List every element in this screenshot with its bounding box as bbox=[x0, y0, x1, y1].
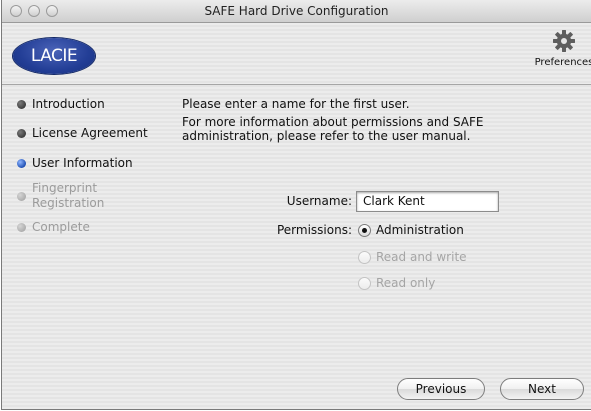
username-field[interactable]: Clark Kent bbox=[356, 191, 499, 212]
step-label: Introduction bbox=[32, 97, 105, 111]
permission-read-only-radio: Read only bbox=[358, 276, 435, 290]
radio-icon bbox=[358, 250, 371, 264]
step-label: License Agreement bbox=[32, 126, 148, 140]
window-title: SAFE Hard Drive Configuration bbox=[204, 4, 389, 18]
step-user-information: User Information bbox=[17, 156, 133, 170]
instructions-line-2: For more information about permissions a… bbox=[182, 115, 484, 143]
permissions-label: Permissions: bbox=[276, 223, 352, 237]
instructions: Please enter a name for the first user. … bbox=[182, 97, 562, 147]
radio-icon bbox=[358, 276, 371, 290]
step-label: Fingerprint Registration bbox=[32, 181, 105, 210]
gear-icon bbox=[553, 30, 575, 52]
step-license-agreement: License Agreement bbox=[17, 126, 148, 140]
permission-administration-radio[interactable]: Administration bbox=[358, 223, 464, 237]
step-label: User Information bbox=[32, 156, 133, 170]
current-step-bullet-icon bbox=[17, 158, 26, 168]
previous-button[interactable]: Previous bbox=[397, 378, 485, 400]
step-bullet-icon bbox=[17, 222, 26, 232]
permission-read-write-radio: Read and write bbox=[358, 250, 467, 264]
toolbar-divider bbox=[2, 84, 591, 85]
step-introduction: Introduction bbox=[17, 97, 105, 111]
lacie-logo: LACIE bbox=[13, 38, 95, 74]
step-label: Complete bbox=[32, 220, 90, 234]
radio-label: Read only bbox=[376, 276, 436, 290]
instructions-line-1: Please enter a name for the first user. bbox=[182, 97, 410, 111]
radio-selected-icon[interactable] bbox=[358, 223, 371, 237]
step-bullet-icon bbox=[17, 192, 26, 201]
preferences-button[interactable]: Preferences bbox=[533, 28, 591, 82]
preferences-label: Preferences bbox=[534, 57, 591, 68]
app-window: SAFE Hard Drive Configuration LACIE Pref… bbox=[1, 0, 591, 410]
step-complete: Complete bbox=[17, 220, 90, 234]
step-bullet-icon bbox=[17, 99, 26, 109]
radio-label: Read and write bbox=[376, 250, 467, 264]
step-bullet-icon bbox=[17, 128, 26, 138]
next-button[interactable]: Next bbox=[500, 378, 584, 400]
radio-label: Administration bbox=[376, 223, 464, 237]
title-bar[interactable]: SAFE Hard Drive Configuration bbox=[2, 0, 591, 23]
step-fingerprint-registration: Fingerprint Registration bbox=[17, 181, 124, 211]
username-label: Username: bbox=[286, 194, 352, 208]
